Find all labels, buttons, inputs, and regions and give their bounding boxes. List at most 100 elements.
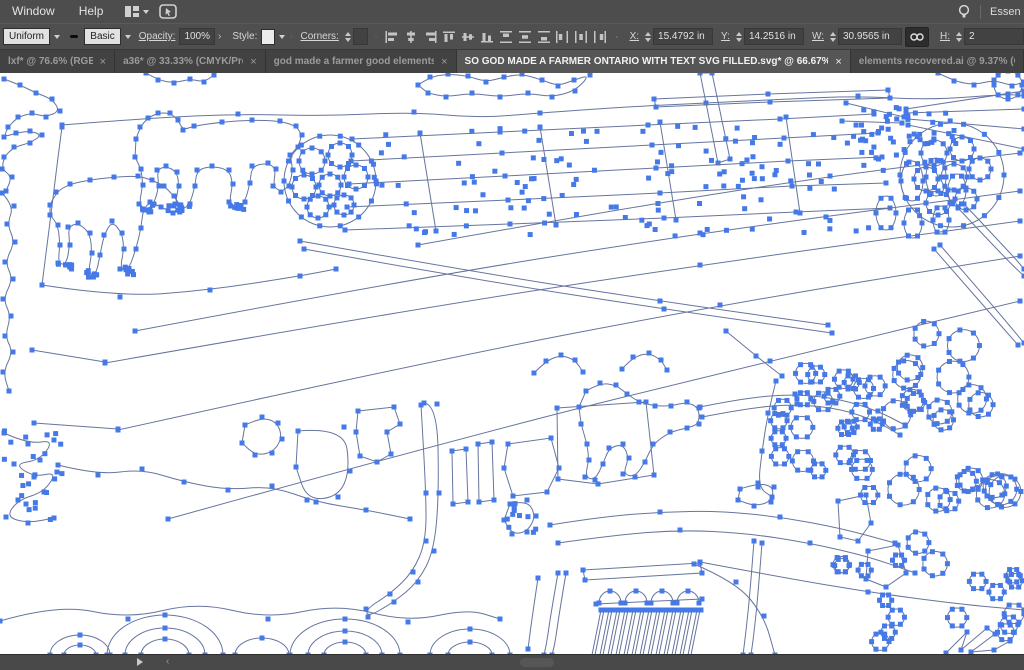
workspace-switcher-button[interactable] (125, 6, 149, 17)
align-top-icon[interactable] (440, 28, 459, 46)
reference-point-grid-icon[interactable] (616, 30, 618, 44)
close-icon[interactable]: × (100, 56, 106, 68)
close-icon[interactable]: × (835, 56, 841, 68)
comb-arch-2 (623, 589, 650, 606)
stroke-width-dropdown[interactable]: Uniform (3, 28, 50, 45)
top-right-chain (936, 73, 1024, 89)
control-bar: Uniform Basic Opacity: 100% › Style: Cor… (0, 23, 1024, 50)
style-chevron[interactable] (275, 28, 285, 45)
document-tab[interactable]: lxf* @ 76.6% (RGB/P...× (0, 50, 115, 73)
discover-search-icon[interactable] (957, 4, 971, 20)
x-field[interactable]: 15.4792 in (653, 28, 713, 45)
leaf-5 (902, 208, 925, 239)
w-spinner[interactable] (830, 32, 836, 42)
document-tab[interactable]: a36* @ 33.33% (CMYK/Previe...× (115, 50, 266, 73)
comb-bar (581, 561, 705, 583)
constrain-proportions-button[interactable] (905, 27, 929, 47)
blob-3 (354, 405, 403, 465)
swoosh (56, 463, 413, 522)
machine-strut-1 (418, 131, 439, 234)
slat-2 (476, 440, 497, 505)
y-label[interactable]: Y: (721, 31, 730, 42)
dist-left-icon[interactable] (554, 28, 573, 46)
brush-definition-dropdown[interactable]: Basic (84, 28, 120, 45)
align-v-center-icon[interactable] (459, 28, 478, 46)
menu-bar: Window Help Essen (0, 0, 1024, 23)
cow-front (48, 174, 184, 278)
top-pole (698, 73, 733, 166)
style-swatch[interactable] (261, 29, 274, 45)
dist-bottom-icon[interactable] (535, 28, 554, 46)
dist-v-center-icon[interactable] (516, 28, 535, 46)
grapes-right (881, 319, 1023, 578)
stroke-width-chevron[interactable] (50, 28, 60, 45)
blob-1 (240, 415, 285, 458)
corners-field[interactable] (353, 28, 368, 45)
h-spinner[interactable] (956, 32, 962, 42)
mound-b1 (288, 617, 403, 656)
arch-2 (620, 351, 670, 373)
align-h-center-icon[interactable] (402, 28, 421, 46)
align-bottom-icon[interactable] (478, 28, 497, 46)
wheel-i5 (342, 163, 371, 192)
menubar-divider (980, 5, 981, 19)
blob-2 (294, 425, 353, 503)
close-icon[interactable]: × (441, 56, 447, 68)
h-label[interactable]: H: (940, 31, 950, 42)
x-label[interactable]: X: (630, 31, 639, 42)
right-arc (692, 562, 778, 656)
opacity-field[interactable]: 100% (179, 28, 215, 45)
document-tab[interactable]: SO GOD MADE A FARMER ONTARIO WITH TEXT S… (457, 50, 851, 73)
y-field[interactable]: 14.2516 in (744, 28, 804, 45)
left-edge-chain (0, 191, 18, 394)
tab-label: SO GOD MADE A FARMER ONTARIO WITH TEXT S… (465, 56, 829, 67)
document-tab[interactable]: god made a farmer good elements.ai @...× (266, 50, 457, 73)
workspace-grid-icon (125, 6, 139, 17)
status-bar: ‹ (0, 654, 1024, 670)
recolor-artwork-icon[interactable] (291, 28, 293, 45)
align-right-icon[interactable] (421, 28, 440, 46)
sweep-seven (364, 401, 442, 620)
furrow-5 (166, 299, 1023, 522)
hoof-4 (228, 202, 246, 212)
w-field[interactable]: 30.9565 in (838, 28, 902, 45)
play-arrow-icon[interactable] (137, 658, 143, 666)
corner-circle (992, 73, 1024, 102)
artboard-canvas[interactable] (0, 73, 1024, 655)
mound-b3 (322, 640, 369, 656)
furrow-4 (116, 254, 1023, 433)
y-spinner[interactable] (736, 32, 742, 42)
menu-window[interactable]: Window (0, 0, 67, 23)
corners-spinner[interactable] (345, 32, 351, 42)
w-label[interactable]: W: (812, 31, 824, 42)
comb-arch-4 (675, 589, 702, 606)
comb-arch-3 (649, 589, 676, 606)
brush-chevron[interactable] (121, 28, 131, 45)
dist-h-center-icon[interactable] (573, 28, 592, 46)
x-spinner[interactable] (645, 32, 651, 42)
workspace-name[interactable]: Essen (990, 6, 1024, 18)
machine-strut-4 (784, 115, 803, 216)
wheel-i1 (297, 146, 328, 177)
align-left-icon[interactable] (383, 28, 402, 46)
mound-d2 (446, 640, 495, 656)
illustrator-window: Window Help Essen Uniform (0, 0, 1024, 670)
dist-top-icon[interactable] (497, 28, 516, 46)
corners-label[interactable]: Corners: (300, 31, 338, 42)
horizontal-scrollbar-thumb[interactable] (520, 658, 554, 667)
opacity-label[interactable]: Opacity: (139, 31, 176, 42)
close-icon[interactable]: × (250, 56, 256, 68)
document-tab[interactable]: elements recovered.ai @ 9.37% (CMYK/ (851, 50, 1024, 73)
back-chevron-icon[interactable]: ‹ (166, 655, 169, 669)
grapes-left (768, 362, 888, 505)
tab-label: elements recovered.ai @ 9.37% (CMYK/ (859, 56, 1015, 67)
opacity-expand-chevron[interactable]: › (218, 31, 221, 42)
menu-help[interactable]: Help (67, 0, 116, 23)
h-field[interactable]: 2 (964, 28, 1024, 45)
share-document-button[interactable] (159, 4, 177, 19)
road-upper (548, 510, 898, 546)
handle-1b (962, 202, 1024, 272)
machine-diag-2 (302, 247, 835, 336)
dist-right-icon[interactable] (592, 28, 611, 46)
select-similar-icon[interactable] (375, 29, 377, 45)
